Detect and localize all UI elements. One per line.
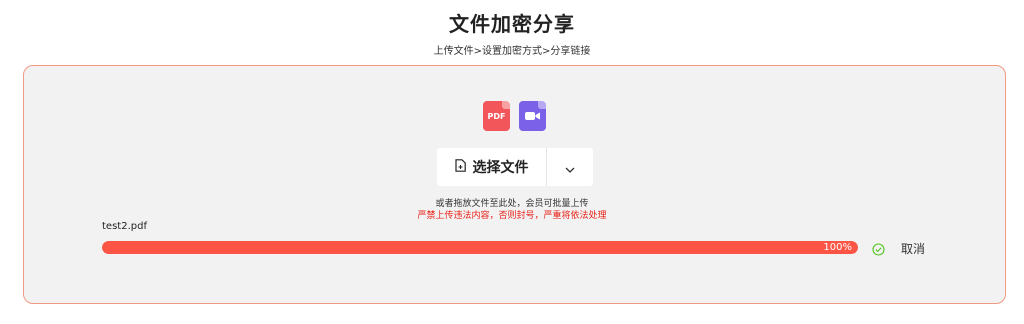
upload-progress-bar: 100%: [102, 241, 858, 254]
file-add-icon: [454, 158, 466, 176]
select-file-dropdown[interactable]: [547, 148, 593, 186]
file-name: test2.pdf: [102, 221, 147, 232]
video-icon: [519, 101, 546, 131]
cancel-button[interactable]: 取消: [901, 240, 925, 257]
chevron-down-icon: [565, 158, 575, 177]
select-file-button[interactable]: 选择文件: [437, 148, 547, 186]
progress-percent: 100%: [823, 242, 852, 253]
breadcrumb: 上传文件>设置加密方式>分享链接: [433, 46, 591, 57]
pdf-icon: PDF: [483, 101, 510, 131]
select-file-group: 选择文件: [437, 148, 593, 186]
file-type-icons: PDF: [483, 101, 546, 131]
progress-fill: 100%: [102, 241, 858, 254]
page-title: 文件加密分享: [449, 12, 575, 36]
upload-warning: 严禁上传违法内容，否则封号，严重将依法处理: [417, 211, 607, 221]
check-circle-icon: [872, 241, 885, 256]
select-file-label: 选择文件: [472, 160, 529, 176]
pdf-icon-label: PDF: [487, 111, 506, 121]
